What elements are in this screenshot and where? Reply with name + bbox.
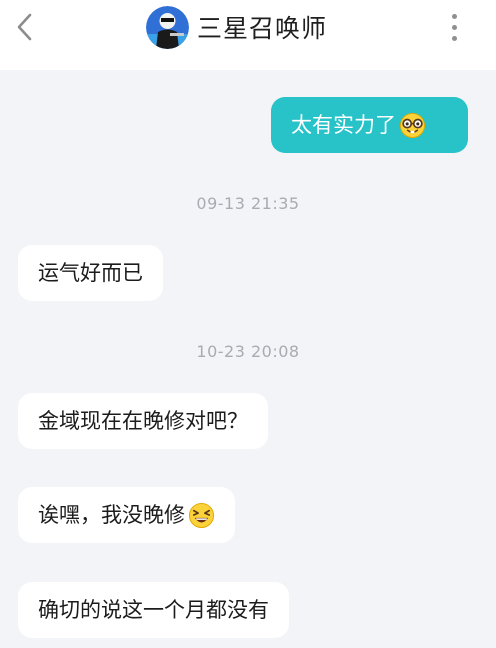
contact-title-area[interactable]: 三星召唤师: [146, 4, 327, 50]
timestamp: 10-23 20:08: [196, 342, 300, 361]
chat-header: 三星召唤师: [0, 0, 496, 70]
message-bubble-incoming[interactable]: 诶嘿，我没晚修: [18, 487, 235, 543]
message-bubble-incoming[interactable]: 运气好而已: [18, 245, 163, 301]
message-text: 运气好而已: [38, 261, 143, 285]
message-bubble-incoming[interactable]: 金域现在在晚修对吧？: [18, 393, 268, 449]
laughing-face-emoji-icon: [188, 502, 215, 528]
message-text: 确切的说这一个月都没有: [38, 598, 269, 622]
chevron-left-icon: [17, 13, 32, 41]
message-text: 太有实力了: [291, 113, 396, 137]
message-text: 金域现在在晚修对吧？: [38, 409, 248, 433]
avatar[interactable]: [146, 5, 189, 49]
back-button[interactable]: [10, 10, 40, 44]
nerd-face-emoji-icon: [399, 112, 426, 138]
message-bubble-incoming[interactable]: 确切的说这一个月都没有: [18, 582, 289, 638]
message-bubble-outgoing[interactable]: 太有实力了: [271, 97, 468, 153]
message-text: 诶嘿，我没晚修: [38, 503, 185, 527]
contact-name: 三星召唤师: [197, 14, 328, 43]
timestamp: 09-13 21:35: [196, 194, 300, 213]
vertical-dots-icon: [451, 13, 457, 19]
more-options-button[interactable]: [444, 10, 464, 44]
